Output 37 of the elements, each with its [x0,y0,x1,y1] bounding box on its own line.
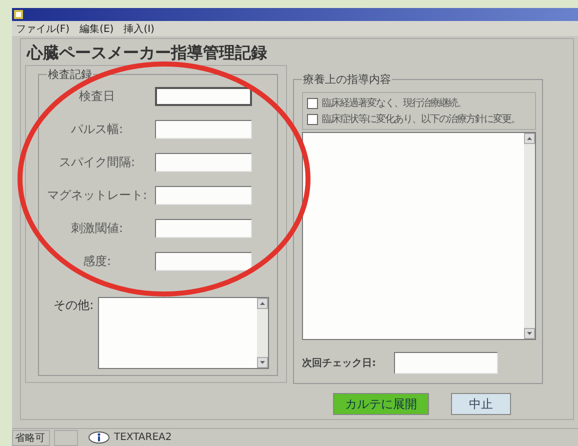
input-field[interactable] [155,252,252,271]
field-label: パルス幅: [70,121,124,138]
menu-item[interactable]: 挿入(I) [124,22,154,36]
checkbox[interactable] [307,114,318,124]
expand-button[interactable]: カルテに展開 [333,393,429,415]
input-field[interactable] [155,153,252,172]
input-field[interactable] [155,120,252,139]
group-legend: 療養上の指導内容 [302,72,392,87]
date-field[interactable] [394,352,498,374]
checkbox-label: 臨床症状等に変化あり、以下の治療方針に変更。 [322,112,520,126]
scroll-down-icon[interactable] [257,357,268,368]
menu-item[interactable]: ファイル(F) [16,22,70,36]
field-label: 検査日 [78,88,116,105]
text-area[interactable] [98,297,269,369]
field-label: 次回チェック日: [302,356,376,370]
field-label: スパイク間隔: [58,154,136,171]
form-title: 心臓ペースメーカー指導管理記録 [27,43,267,62]
menu-item[interactable]: 編集(E) [80,22,114,36]
app-icon [14,10,23,19]
cancel-button[interactable]: 中止 [451,393,511,415]
field-label: 刺激閾値: [70,220,124,237]
text-area[interactable] [302,132,536,340]
input-field[interactable] [155,219,252,238]
checkbox[interactable] [307,98,318,108]
field-label: 感度: [82,253,112,270]
scroll-up-icon[interactable] [257,298,268,309]
field-label: その他: [52,297,94,314]
field-label: マグネットレート: [46,187,148,204]
scroll-down-icon[interactable] [524,328,535,339]
scroll-up-icon[interactable] [524,133,535,144]
input-field[interactable] [155,87,252,106]
status-text: 省略可 [12,430,50,446]
input-field[interactable] [155,186,252,205]
group-legend: 検査記録 [47,67,93,82]
info-icon [88,431,110,444]
checkbox-label: 臨床経過著変なく、現行治療継続。 [322,96,466,110]
status-text: TEXTAREA2 [114,432,172,443]
